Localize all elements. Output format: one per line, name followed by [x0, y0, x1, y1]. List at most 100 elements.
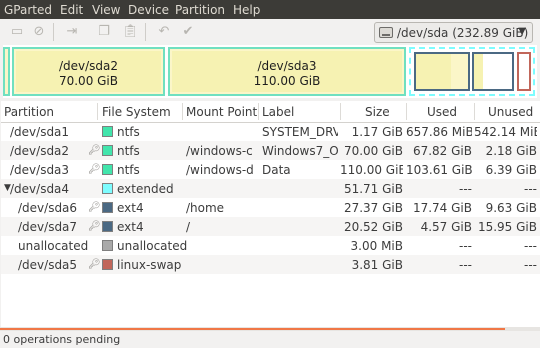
cell-mount-point: /home: [186, 201, 225, 215]
table-row[interactable]: /dev/sda3 🔑︎ ntfs/windows-d Data 110.00 GiB 1…: [1, 160, 540, 179]
cell-partition: unallocated: [18, 239, 89, 253]
cell-used: 17.74 GiB: [412, 201, 472, 215]
chevron-down-icon: ▼: [518, 26, 526, 37]
key-icon: 🔑︎: [88, 202, 101, 213]
diskmap-sda6[interactable]: [414, 52, 470, 91]
cell-used: 103.61 GiB: [406, 163, 472, 177]
cell-file-system: ntfs: [117, 125, 140, 139]
diskmap-sda7[interactable]: [472, 52, 514, 91]
disk-map: /dev/sda2 70.00 GiB /dev/sda3 110.00 GiB: [3, 45, 537, 98]
key-icon: 🔑︎: [88, 221, 101, 232]
table-row[interactable]: /dev/sda5 🔑︎ linux-swap 3.81 GiB --- ---: [1, 255, 540, 274]
cell-partition: /dev/sda6: [18, 201, 78, 215]
table-row[interactable]: /dev/sda2 🔑︎ ntfs/windows-c Windows7_OS 70.0…: [1, 141, 540, 160]
cell-unused: 542.14 MiB: [474, 125, 537, 139]
delete-icon[interactable]: ⊘: [31, 24, 47, 40]
menu-gparted[interactable]: GParted: [4, 3, 52, 17]
cell-file-system: ntfs: [117, 163, 140, 177]
used-space-bar: [416, 54, 451, 89]
cell-unused: 2.18 GiB: [485, 144, 537, 158]
cell-size: 51.71 GiB: [343, 182, 403, 196]
header-partition[interactable]: Partition: [4, 105, 54, 119]
column-separator: [97, 103, 98, 120]
undo-icon[interactable]: ↶: [156, 24, 172, 40]
status-bar-text: 0 operations pending: [3, 333, 121, 346]
diskmap-sda4[interactable]: [409, 47, 535, 96]
cell-size: 1.17 GiB: [351, 125, 403, 139]
cell-used: 67.82 GiB: [412, 144, 472, 158]
resize-icon[interactable]: ⇥: [64, 24, 80, 40]
table-row[interactable]: unallocated unallocated 3.00 MiB --- ---: [1, 236, 540, 255]
menu-bar: GParted Edit View Device Partition Help: [0, 0, 540, 19]
filesystem-color-swatch: [102, 221, 113, 232]
header-unused[interactable]: Unused: [488, 105, 533, 119]
operations-progress-bar: [0, 327, 540, 331]
header-used[interactable]: Used: [427, 105, 457, 119]
menu-view[interactable]: View: [92, 3, 120, 17]
cell-unused: 6.39 GiB: [485, 163, 537, 177]
cell-size: 27.37 GiB: [343, 201, 403, 215]
filesystem-color-swatch: [102, 183, 113, 194]
cell-partition: /dev/sda4: [10, 182, 70, 196]
cell-size: 110.00 GiB: [340, 163, 403, 177]
cell-file-system: unallocated: [117, 239, 188, 253]
column-separator: [182, 103, 183, 120]
header-mount-point[interactable]: Mount Point: [186, 105, 257, 119]
filesystem-color-swatch: [102, 240, 113, 251]
filesystem-color-swatch: [102, 126, 113, 137]
cell-partition: /dev/sda2: [10, 144, 70, 158]
filesystem-color-swatch: [102, 145, 113, 156]
cell-partition: /dev/sda5: [18, 258, 78, 272]
table-row[interactable]: ▼/dev/sda4 extended 51.71 GiB --- ---: [1, 179, 540, 198]
cell-unused: 15.95 GiB: [477, 220, 537, 234]
paste-icon[interactable]: 📋︎: [122, 24, 139, 40]
cell-file-system: ext4: [117, 201, 144, 215]
cell-used: 657.86 MiB: [406, 125, 472, 139]
table-row[interactable]: /dev/sda1 ntfs SYSTEM_DRV 1.17 GiB 657.86 Mi…: [1, 122, 540, 141]
filesystem-color-swatch: [102, 202, 113, 213]
column-separator: [258, 103, 259, 120]
diskmap-sda3-size: 110.00 GiB: [253, 74, 321, 88]
header-label[interactable]: Label: [262, 105, 294, 119]
device-label: /dev/sda (232.89 GiB): [397, 26, 529, 40]
column-separator: [406, 103, 407, 120]
used-space-bar: [474, 54, 483, 89]
cell-used: ---: [459, 182, 472, 196]
menu-help[interactable]: Help: [233, 3, 260, 17]
copy-icon[interactable]: ❐: [96, 24, 112, 40]
cell-unused: ---: [524, 258, 537, 272]
cell-file-system: ext4: [117, 220, 144, 234]
header-file-system[interactable]: File System: [102, 105, 171, 119]
table-header: Partition File System Mount Point Label …: [1, 101, 540, 123]
cell-file-system: extended: [117, 182, 174, 196]
table-row[interactable]: /dev/sda7 🔑︎ ext4 / 20.52 GiB 4.57 GiB 15.95 G…: [1, 217, 540, 236]
key-icon: 🔑︎: [88, 259, 101, 270]
cell-mount-point: /windows-d: [186, 163, 254, 177]
cell-unused: 9.63 GiB: [485, 201, 537, 215]
diskmap-sda5[interactable]: [517, 52, 531, 91]
device-selector[interactable]: /dev/sda (232.89 GiB) ▼: [374, 22, 533, 43]
table-row[interactable]: /dev/sda6 🔑︎ ext4/home 27.37 GiB 17.74 GiB 9.…: [1, 198, 540, 217]
diskmap-sda2[interactable]: /dev/sda2 70.00 GiB: [12, 47, 165, 96]
apply-icon[interactable]: ✔: [180, 24, 196, 40]
diskmap-sda2-size: 70.00 GiB: [58, 74, 119, 88]
new-icon[interactable]: ▭: [9, 24, 25, 40]
column-separator: [474, 103, 475, 120]
key-icon: 🔑︎: [88, 145, 101, 156]
partition-table: Partition File System Mount Point Label …: [1, 101, 540, 327]
diskmap-sda1[interactable]: [3, 47, 10, 96]
toolbar-separator: [145, 23, 146, 41]
menu-device[interactable]: Device: [128, 3, 169, 17]
cell-used: ---: [459, 239, 472, 253]
cell-unused: ---: [524, 182, 537, 196]
diskmap-sda2-name: /dev/sda2: [58, 59, 119, 73]
header-size[interactable]: Size: [365, 105, 390, 119]
menu-edit[interactable]: Edit: [60, 3, 83, 17]
diskmap-sda3[interactable]: /dev/sda3 110.00 GiB: [168, 47, 406, 96]
drive-icon: [379, 27, 393, 38]
cell-size: 3.81 GiB: [351, 258, 403, 272]
filesystem-color-swatch: [102, 164, 113, 175]
menu-partition[interactable]: Partition: [175, 3, 225, 17]
cell-file-system: linux-swap: [117, 258, 182, 272]
progress-fill: [0, 328, 505, 330]
